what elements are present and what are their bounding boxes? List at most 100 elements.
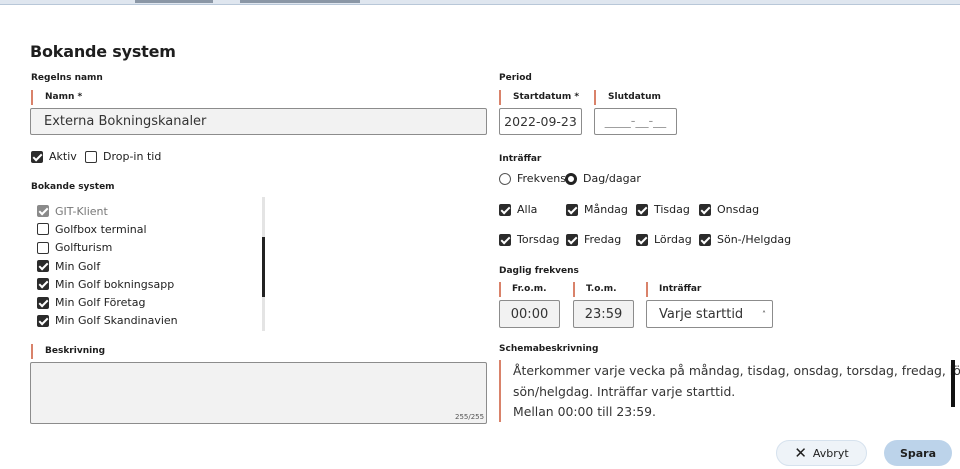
- schedule-line: Återkommer varje vecka på måndag, tisdag…: [513, 363, 960, 378]
- checkbox-box: [37, 278, 49, 291]
- checkbox-box: [37, 314, 49, 327]
- radio-frekvens[interactable]: Frekvens: [499, 172, 566, 185]
- to-time-label: T.o.m.: [573, 282, 617, 297]
- checkbox-box: [699, 233, 711, 246]
- checkbox-box: [37, 223, 49, 236]
- close-icon: ✕: [794, 444, 807, 462]
- checkbox-box: [31, 150, 43, 163]
- day-label: Måndag: [584, 203, 628, 216]
- checkbox-box: [37, 296, 49, 309]
- list-scrollbar-thumb[interactable]: [262, 237, 265, 297]
- daily-occurs-value: Varje starttid: [659, 306, 744, 322]
- list-item-min-golf[interactable]: Min Golf: [31, 257, 178, 275]
- name-field-label: Namn *: [31, 90, 82, 105]
- from-time-input[interactable]: 00:00: [499, 300, 560, 328]
- occurs-label: Inträffar: [499, 154, 542, 164]
- day-label: Tisdag: [654, 203, 690, 216]
- schedule-line: sön/helgdag. Inträffar varje starttid.: [513, 383, 736, 399]
- checkbox-box: [499, 203, 511, 216]
- dropin-checkbox[interactable]: Drop-in tid: [85, 150, 161, 163]
- save-button-label: Spara: [899, 446, 937, 460]
- checkbox-box: [37, 241, 49, 254]
- list-item-label: GIT-Klient: [55, 204, 108, 218]
- list-item-label: Min Golf: [55, 259, 101, 273]
- schedule-scrollbar-thumb[interactable]: [951, 360, 955, 407]
- checkbox-box: [566, 203, 578, 216]
- radio-label: Frekvens: [517, 172, 566, 185]
- description-label: Beskrivning: [31, 344, 105, 359]
- list-item-golfturism[interactable]: Golfturism: [31, 239, 178, 257]
- list-item-min-golf-skandinavien[interactable]: Min Golf Skandinavien: [31, 312, 178, 330]
- day-checkbox-fredag[interactable]: Fredag: [566, 233, 621, 246]
- start-date-label: Startdatum *: [499, 90, 579, 105]
- radio-label: Dag/dagar: [583, 172, 641, 185]
- list-item-min-golf-foretag[interactable]: Min Golf Företag: [31, 293, 178, 311]
- cancel-button-label: Avbryt: [812, 446, 849, 460]
- checkbox-box: [37, 260, 49, 273]
- list-item-label: Min Golf Företag: [55, 296, 146, 310]
- checkbox-box: [699, 203, 711, 216]
- schedule-description-text: Återkommer varje vecka på måndag, tisdag…: [513, 361, 960, 423]
- booking-systems-list[interactable]: GIT-Klient Golfbox terminal Golfturism M…: [31, 194, 265, 331]
- list-item-label: Min Golf bokningsapp: [55, 277, 175, 291]
- checkbox-box: [85, 150, 97, 163]
- from-time-label: Fr.o.m.: [499, 282, 547, 297]
- cancel-button[interactable]: ✕ Avbryt: [776, 440, 867, 466]
- radio-circle: [565, 172, 577, 185]
- daily-frequency-label: Daglig frekvens: [499, 266, 579, 276]
- checkbox-box: [37, 205, 49, 218]
- day-checkbox-son-helgdag[interactable]: Sön-/Helgdag: [699, 233, 791, 246]
- end-date-placeholder: ____-__-__: [604, 114, 667, 129]
- list-item-label: Golfbox terminal: [55, 222, 147, 236]
- name-input-value: Externa Bokningskanaler: [44, 114, 207, 129]
- daily-occurs-label: Inträffar: [646, 282, 701, 297]
- end-date-input[interactable]: ____-__-__: [594, 108, 677, 135]
- day-label: Torsdag: [517, 233, 560, 246]
- day-label: Fredag: [584, 233, 622, 246]
- active-label: Aktiv: [49, 150, 77, 163]
- from-time-value: 00:00: [510, 306, 549, 322]
- name-input[interactable]: Externa Bokningskanaler: [30, 108, 487, 135]
- checkbox-box: [499, 233, 511, 246]
- top-bar-segment: [135, 0, 213, 3]
- description-char-counter: 255/255: [455, 413, 485, 421]
- schedule-accent-bar: [499, 360, 501, 422]
- day-label: Lördag: [654, 233, 692, 246]
- start-date-input[interactable]: 2022-09-23: [499, 108, 582, 135]
- top-bar-segment: [240, 0, 360, 3]
- booking-systems-label: Bokande system: [31, 182, 115, 192]
- list-item-git-klient[interactable]: GIT-Klient: [31, 202, 178, 220]
- list-item-min-golf-bokningsapp[interactable]: Min Golf bokningsapp: [31, 275, 178, 293]
- start-date-value: 2022-09-23: [504, 114, 577, 129]
- radio-circle: [499, 172, 511, 185]
- day-label: Sön-/Helgdag: [717, 233, 792, 246]
- dropin-label: Drop-in tid: [103, 150, 162, 163]
- period-label: Period: [499, 73, 532, 83]
- checkbox-box: [566, 233, 578, 246]
- schedule-description-label: Schemabeskrivning: [499, 344, 599, 354]
- description-textarea[interactable]: [30, 362, 487, 424]
- chevron-up-icon: ˄: [762, 309, 766, 319]
- list-item-label: Golfturism: [55, 241, 113, 255]
- page-title: Bokande system: [30, 42, 176, 61]
- save-button[interactable]: Spara: [884, 440, 952, 466]
- list-item-golfbox-terminal[interactable]: Golfbox terminal: [31, 220, 178, 238]
- day-checkbox-tisdag[interactable]: Tisdag: [636, 203, 690, 216]
- rule-name-section-label: Regelns namn: [31, 73, 103, 83]
- daily-occurs-select[interactable]: Varje starttid ˄: [646, 300, 773, 328]
- day-checkbox-torsdag[interactable]: Torsdag: [499, 233, 560, 246]
- day-checkbox-onsdag[interactable]: Onsdag: [699, 203, 759, 216]
- checkbox-box: [636, 203, 648, 216]
- day-checkbox-lordag[interactable]: Lördag: [636, 233, 692, 246]
- day-label: Onsdag: [717, 203, 760, 216]
- window-top-bar: [0, 0, 960, 5]
- radio-dag-dagar[interactable]: Dag/dagar: [565, 172, 641, 185]
- checkbox-box: [636, 233, 648, 246]
- day-label: Alla: [517, 203, 538, 216]
- to-time-value: 23:59: [584, 306, 623, 322]
- day-checkbox-mandag[interactable]: Måndag: [566, 203, 628, 216]
- end-date-label: Slutdatum: [594, 90, 661, 105]
- to-time-input[interactable]: 23:59: [573, 300, 634, 328]
- day-checkbox-alla[interactable]: Alla: [499, 203, 537, 216]
- active-checkbox[interactable]: Aktiv: [31, 150, 77, 163]
